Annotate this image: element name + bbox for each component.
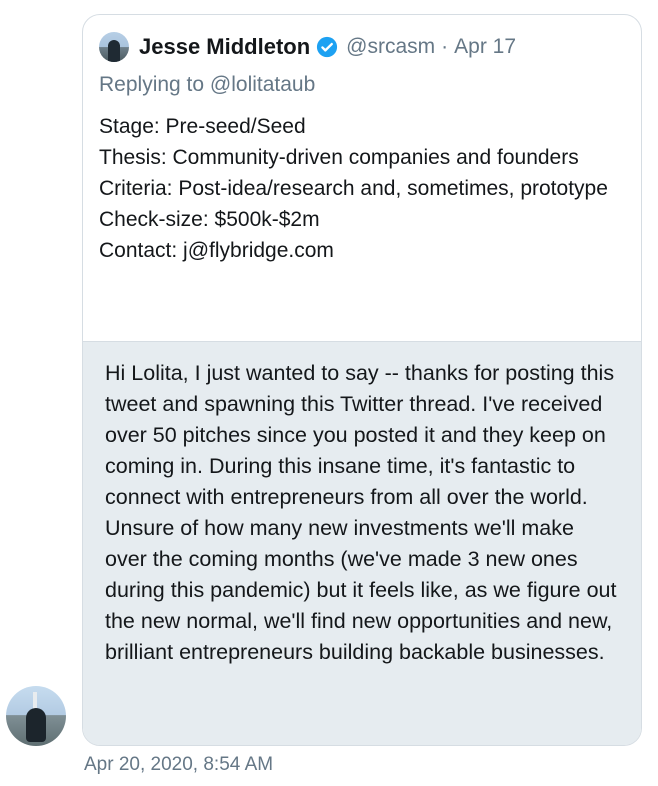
replying-mention-link[interactable]: @lolitataub [210,73,315,96]
author-name[interactable]: Jesse Middleton [139,34,310,60]
message-timestamp: Apr 20, 2020, 8:54 AM [84,754,274,775]
quoted-line-check-size: Check-size: $500k-$2m [99,208,320,231]
quoted-line-stage: Stage: Pre-seed/Seed [99,115,306,138]
message-text: Hi Lolita, I just wanted to say -- thank… [105,361,617,664]
quoted-line-contact: Contact: j@flybridge.com [99,239,334,262]
replying-to-line: Replying to @lolitataub [99,73,315,97]
author-avatar[interactable] [99,32,129,62]
quoted-tweet-card[interactable]: Jesse Middleton @srcasm · Apr 17 Replyin… [82,14,642,746]
sender-avatar[interactable] [6,686,66,746]
replying-prefix: Replying to [99,73,205,96]
message-bubble: Hi Lolita, I just wanted to say -- thank… [83,341,641,745]
verified-badge-icon [317,36,338,58]
quoted-line-criteria: Criteria: Post-idea/research and, someti… [99,177,608,200]
quoted-line-thesis: Thesis: Community-driven companies and f… [99,146,579,169]
quoted-tweet-body: Stage: Pre-seed/Seed Thesis: Community-d… [99,111,619,266]
separator-dot: · [441,35,449,58]
quoted-tweet-header: Jesse Middleton @srcasm · Apr 17 [99,31,516,63]
tweet-date[interactable]: Apr 17 [454,35,516,59]
author-handle[interactable]: @srcasm [346,35,435,59]
